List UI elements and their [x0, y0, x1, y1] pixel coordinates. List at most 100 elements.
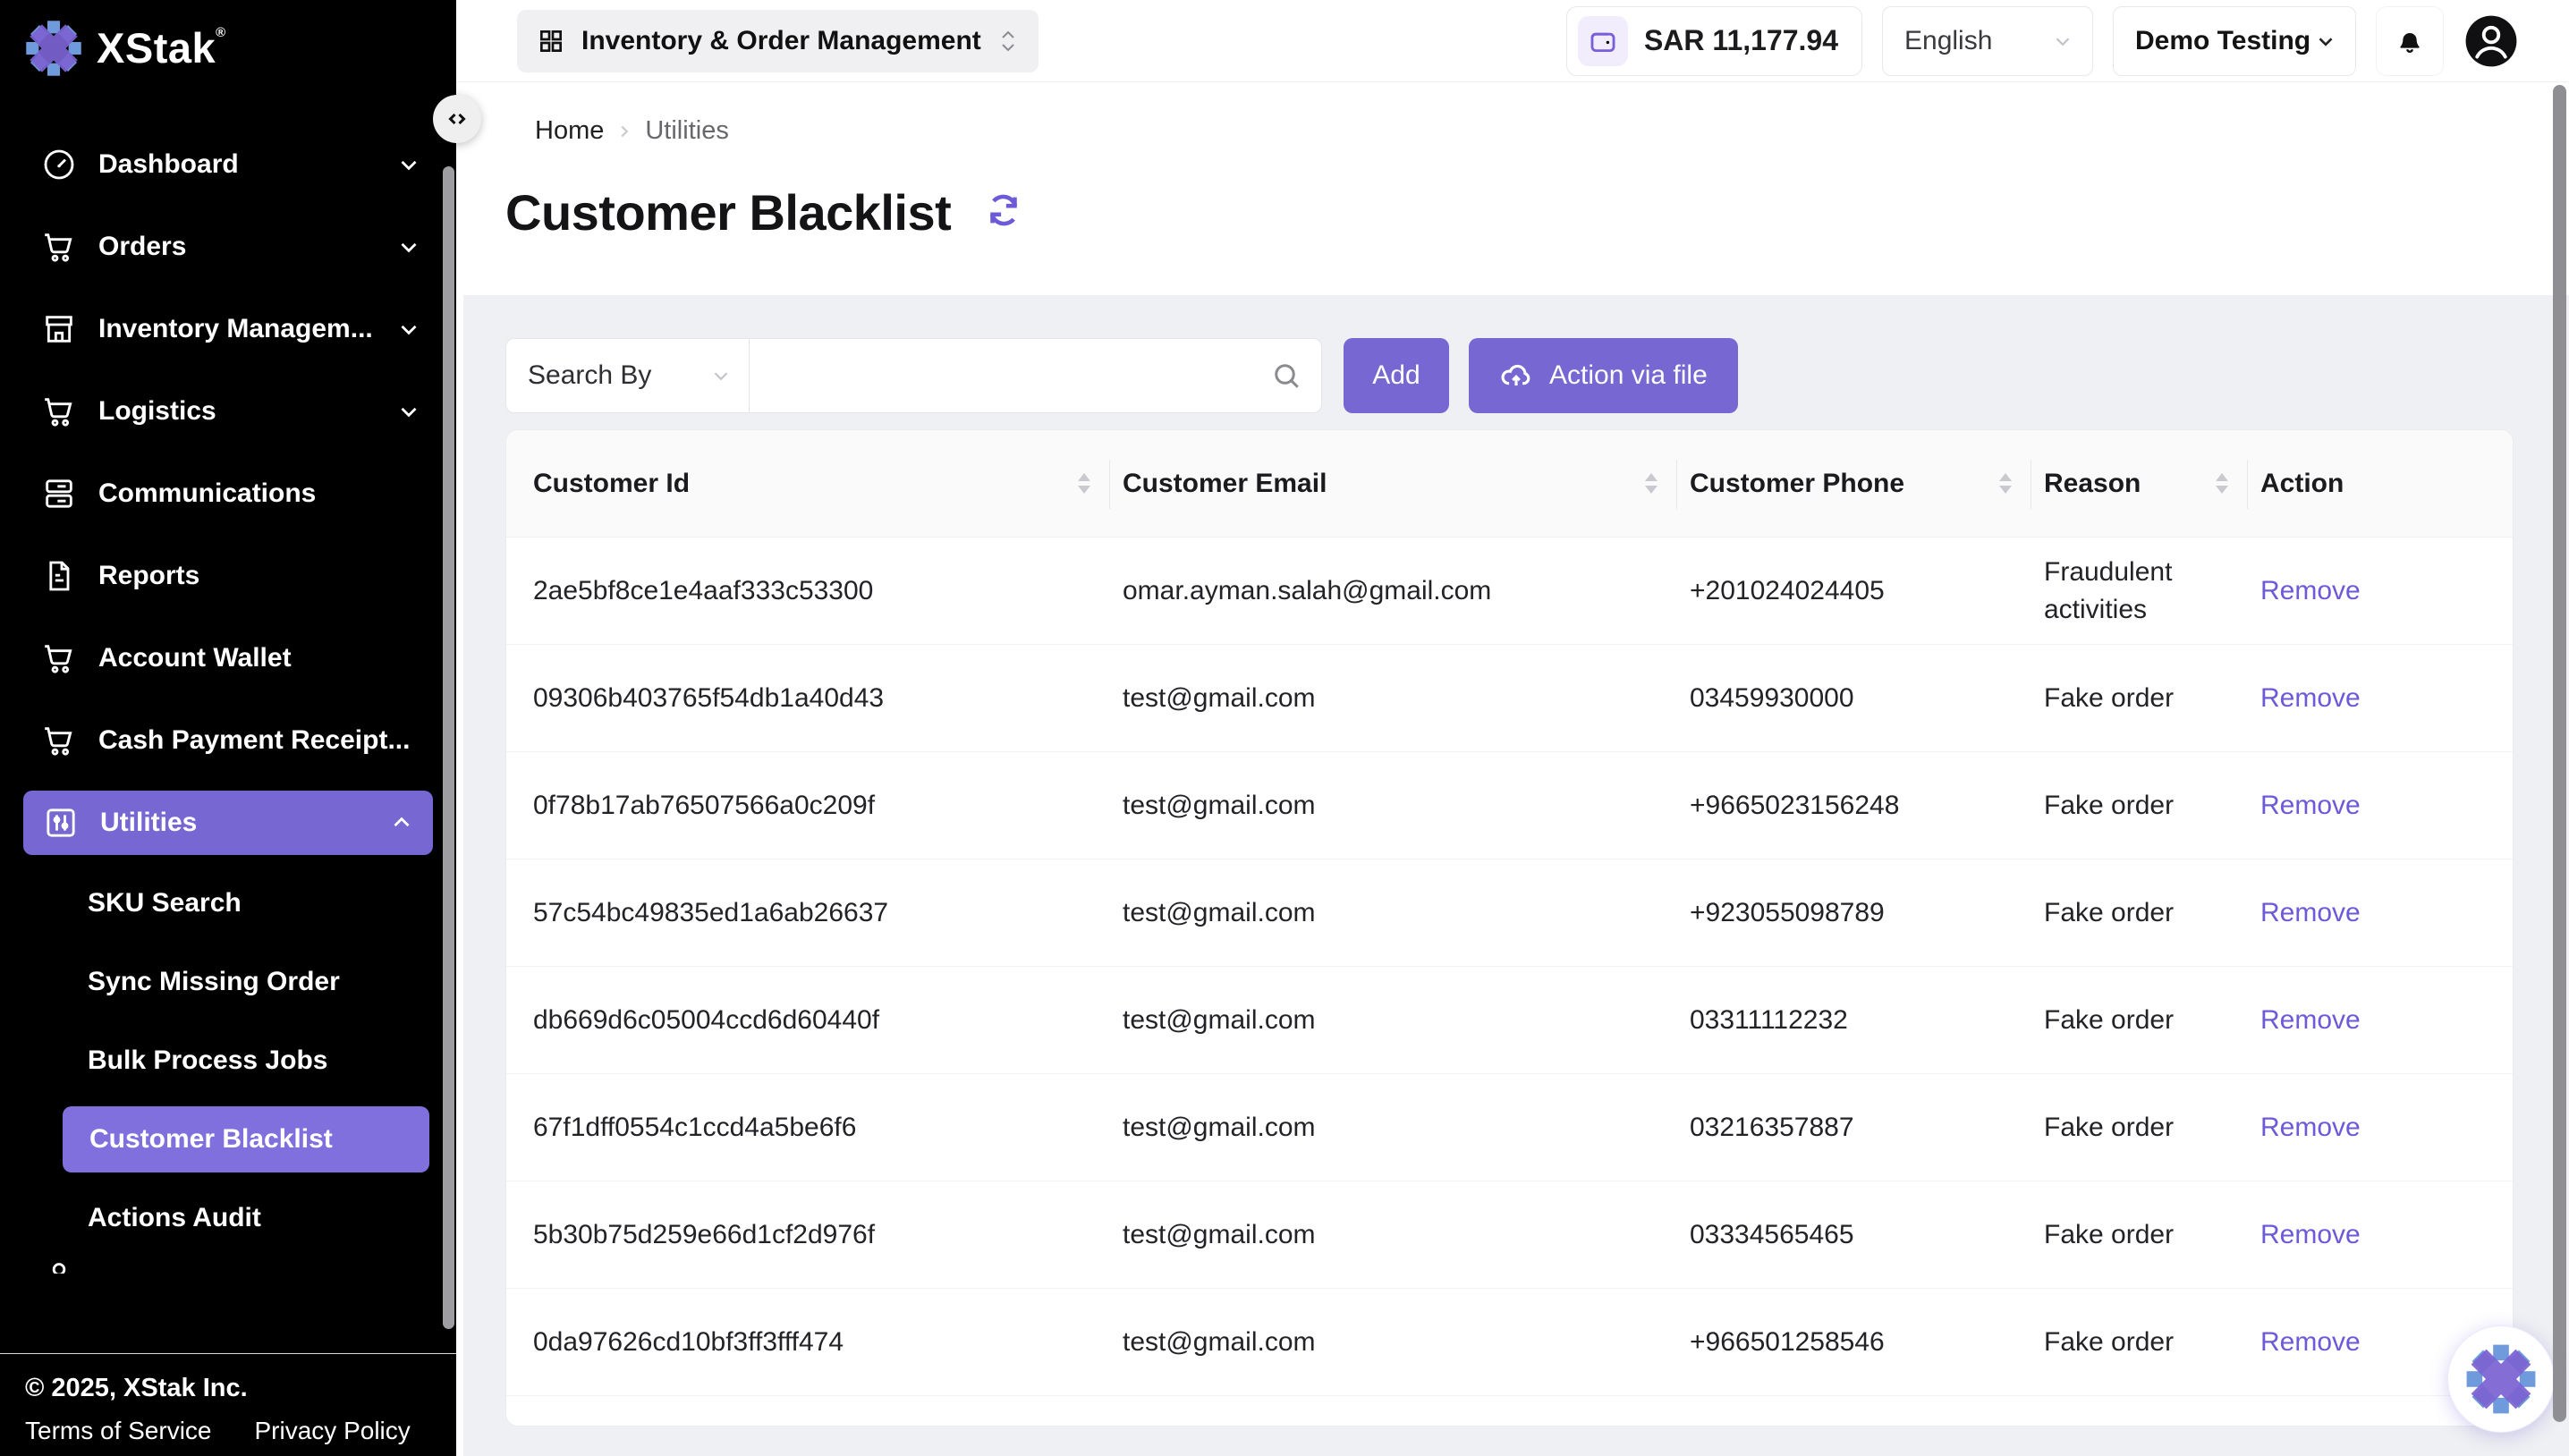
store-select[interactable]: Demo Testing: [2113, 6, 2356, 76]
cell-reason: Fake order: [2031, 1216, 2248, 1254]
remove-link[interactable]: Remove: [2260, 791, 2361, 820]
updown-chevron-icon: [997, 28, 1019, 55]
table-body: 2ae5bf8ce1e4aaf333c53300 omar.ayman.sala…: [506, 538, 2513, 1396]
cell-customer-email: test@gmail.com: [1110, 1324, 1677, 1361]
collapse-icon: [444, 106, 471, 132]
terms-of-service-link[interactable]: Terms of Service: [25, 1417, 212, 1445]
user-avatar[interactable]: [2463, 13, 2519, 69]
table-row: db669d6c05004ccd6d60440f test@gmail.com …: [506, 967, 2513, 1074]
sidebar-item-reports[interactable]: Reports: [0, 535, 456, 617]
table-row: 09306b403765f54db1a40d43 test@gmail.com …: [506, 645, 2513, 752]
search-icon[interactable]: [1270, 360, 1302, 392]
module-name: Inventory & Order Management: [581, 26, 981, 56]
remove-link[interactable]: Remove: [2260, 1005, 2361, 1035]
cell-customer-email: test@gmail.com: [1110, 1109, 1677, 1147]
sort-icon[interactable]: [1078, 473, 1090, 494]
sidebar-item-communications[interactable]: Communications: [0, 453, 456, 535]
sidebar-scrollbar[interactable]: [443, 166, 454, 1329]
chat-widget-button[interactable]: [2447, 1325, 2555, 1433]
xstak-logo-icon: [25, 20, 82, 77]
table-row: 57c54bc49835ed1a6ab26637 test@gmail.com …: [506, 859, 2513, 967]
chevron-right-icon: [615, 122, 634, 141]
sidebar-collapse-button[interactable]: [433, 95, 481, 143]
sidebar-subitem-label: SKU Search: [88, 888, 242, 918]
xstak-logo-icon: [2465, 1343, 2537, 1415]
sidebar-item-account-wallet[interactable]: Account Wallet: [0, 617, 456, 699]
chevron-down-icon: [2051, 30, 2074, 53]
cell-customer-id: db669d6c05004ccd6d60440f: [506, 1002, 1110, 1039]
column-header-reason[interactable]: Reason: [2031, 430, 2248, 537]
sidebar-subitem-customer-blacklist[interactable]: Customer Blacklist: [63, 1106, 429, 1172]
remove-link[interactable]: Remove: [2260, 576, 2361, 605]
balance-amount: SAR 11,177.94: [1644, 24, 1838, 57]
sidebar-item-utilities[interactable]: Utilities: [23, 791, 433, 855]
table-row: 67f1dff0554c1ccd4a5be6f6 test@gmail.com …: [506, 1074, 2513, 1181]
search-by-select[interactable]: Search By: [505, 338, 750, 413]
sidebar-subitem-bulk-process-jobs[interactable]: Bulk Process Jobs: [0, 1021, 456, 1100]
topbar: Inventory & Order Management SAR 11,177.…: [456, 0, 2569, 82]
sidebar-subitem-sync-missing-order[interactable]: Sync Missing Order: [0, 943, 456, 1021]
sort-icon[interactable]: [1999, 473, 2012, 494]
sidebar-subitem-label: Sync Missing Order: [88, 967, 340, 997]
sidebar-item-inventory-managem[interactable]: Inventory Managem...: [0, 288, 456, 370]
sidebar-item-orders[interactable]: Orders: [0, 206, 456, 288]
cart-icon: [41, 229, 77, 265]
cell-customer-id: 2ae5bf8ce1e4aaf333c53300: [506, 572, 1110, 610]
cell-customer-id: 09306b403765f54db1a40d43: [506, 680, 1110, 717]
add-button[interactable]: Add: [1344, 338, 1449, 413]
sidebar-item-dashboard[interactable]: Dashboard: [0, 123, 456, 206]
cell-customer-phone: 03311112232: [1677, 1002, 2031, 1039]
remove-link[interactable]: Remove: [2260, 1327, 2361, 1357]
table-row: 0f78b17ab76507566a0c209f test@gmail.com …: [506, 752, 2513, 859]
sidebar-subitem-label: Actions Audit: [88, 1203, 261, 1233]
content-panel: Search By Add Action via file Customer I…: [463, 295, 2569, 1456]
brand-logo[interactable]: XStak®: [0, 0, 456, 77]
language-select[interactable]: English: [1882, 6, 2093, 76]
remove-link[interactable]: Remove: [2260, 683, 2361, 713]
cell-customer-phone: 03459930000: [1677, 680, 2031, 717]
search-by-value: Search By: [528, 360, 651, 391]
sidebar-item-label: Cash Payment Receipt...: [98, 725, 410, 756]
breadcrumb-home-link[interactable]: Home: [535, 116, 604, 146]
sort-icon[interactable]: [2216, 473, 2228, 494]
sidebar-item-logistics[interactable]: Logistics: [0, 370, 456, 453]
column-header-customer-id[interactable]: Customer Id: [506, 430, 1110, 537]
sidebar-item-label: Reports: [98, 561, 199, 591]
remove-link[interactable]: Remove: [2260, 1113, 2361, 1142]
module-selector[interactable]: Inventory & Order Management: [517, 10, 1039, 72]
column-header-customer-email[interactable]: Customer Email: [1110, 430, 1677, 537]
chevron-down-icon: [709, 364, 733, 387]
remove-link[interactable]: Remove: [2260, 1220, 2361, 1249]
copyright-text: © 2025, XStak Inc.: [25, 1374, 456, 1403]
page-scrollbar[interactable]: [2553, 85, 2566, 1422]
table-header-row: Customer IdCustomer EmailCustomer PhoneR…: [506, 430, 2513, 538]
cell-customer-phone: 03216357887: [1677, 1109, 2031, 1147]
sidebar-item-label: Dashboard: [98, 149, 239, 180]
sidebar-subitem-actions-audit[interactable]: Actions Audit: [0, 1179, 456, 1257]
column-header-customer-phone[interactable]: Customer Phone: [1677, 430, 2031, 537]
wallet-balance[interactable]: SAR 11,177.94: [1566, 6, 1862, 76]
sidebar-item-partial: [0, 1257, 456, 1274]
refresh-button[interactable]: [983, 190, 1024, 235]
cell-customer-phone: +201024024405: [1677, 572, 2031, 610]
sidebar-item-cash-payment-receipt[interactable]: Cash Payment Receipt...: [0, 699, 456, 782]
cell-customer-email: test@gmail.com: [1110, 787, 1677, 825]
chevron-icon: [388, 809, 415, 836]
chevron-icon: [395, 233, 422, 260]
privacy-policy-link[interactable]: Privacy Policy: [255, 1417, 411, 1445]
sort-icon[interactable]: [1645, 473, 1658, 494]
cell-reason: Fake order: [2031, 787, 2248, 825]
chevron-icon: [395, 151, 422, 178]
table-row: 5b30b75d259e66d1cf2d976f test@gmail.com …: [506, 1181, 2513, 1289]
sidebar-subitem-sku-search[interactable]: SKU Search: [0, 864, 456, 943]
cell-customer-email: test@gmail.com: [1110, 680, 1677, 717]
cell-customer-phone: +923055098789: [1677, 894, 2031, 932]
store-icon: [41, 311, 77, 347]
cell-customer-id: 57c54bc49835ed1a6ab26637: [506, 894, 1110, 932]
notifications-button[interactable]: [2376, 6, 2444, 76]
action-via-file-button[interactable]: Action via file: [1469, 338, 1738, 413]
sliders-icon: [43, 805, 79, 841]
remove-link[interactable]: Remove: [2260, 898, 2361, 927]
cell-customer-id: 0f78b17ab76507566a0c209f: [506, 787, 1110, 825]
search-input[interactable]: [750, 338, 1322, 413]
